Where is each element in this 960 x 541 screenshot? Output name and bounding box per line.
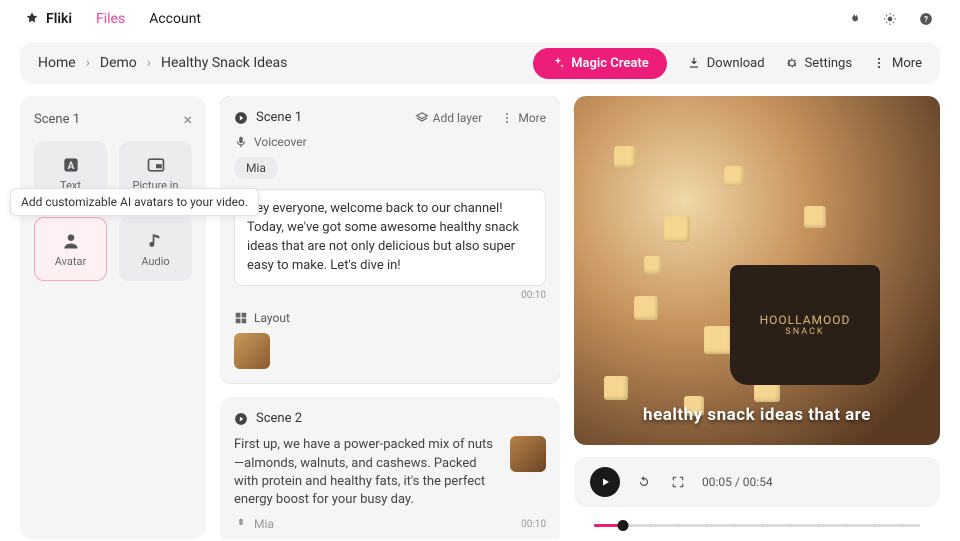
player-time: 00:05 / 00:54: [702, 475, 773, 489]
play-solid-icon[interactable]: [234, 412, 248, 426]
download-button[interactable]: Download: [687, 56, 765, 71]
tile-label: Avatar: [55, 255, 86, 268]
voice-name: Mia: [254, 517, 274, 531]
timeline-slider[interactable]: [594, 519, 920, 531]
settings-button[interactable]: Settings: [785, 56, 852, 71]
layout-thumbnail[interactable]: [234, 333, 270, 369]
tile-label: Audio: [141, 255, 169, 268]
more-vertical-icon: [500, 111, 514, 125]
voiceover-label: Voiceover: [254, 135, 307, 149]
magic-create-button[interactable]: Magic Create: [533, 48, 667, 79]
layer-type-panel: Scene 1 × A Text Picture in Avatar Audio: [20, 96, 206, 539]
add-layer-button[interactable]: Add layer: [415, 111, 483, 125]
svg-text:A: A: [67, 161, 74, 172]
nav-account[interactable]: Account: [149, 11, 201, 27]
breadcrumb: Home › Demo › Healthy Snack Ideas: [38, 55, 287, 71]
tile-audio[interactable]: Audio: [119, 217, 192, 281]
replay-button[interactable]: [634, 472, 654, 492]
sparkle-icon: [551, 56, 565, 70]
avatar-tooltip: Add customizable AI avatars to your vide…: [10, 188, 259, 216]
panel-title: Scene 1: [34, 112, 80, 127]
download-icon: [687, 56, 701, 70]
brand-label: Fliki: [46, 11, 72, 27]
breadcrumb-bar: Home › Demo › Healthy Snack Ideas Magic …: [20, 42, 940, 84]
svg-text:?: ?: [924, 14, 928, 24]
chevron-right-icon: ›: [147, 55, 151, 71]
more-vertical-icon: [872, 56, 886, 70]
preview-canvas[interactable]: HOOLLAMOOD SNACK healthy snack ideas tha…: [574, 96, 940, 445]
mic-icon: [234, 135, 248, 149]
voice-chip[interactable]: Mia: [234, 157, 278, 179]
download-label: Download: [707, 56, 765, 71]
mic-icon: [234, 517, 248, 531]
audio-icon: [146, 231, 166, 251]
more-label: More: [892, 56, 922, 71]
layout-icon: [234, 311, 248, 325]
fire-icon[interactable]: [844, 9, 864, 29]
scene-duration: 00:10: [234, 290, 546, 301]
layers-icon: [415, 111, 429, 125]
gear-icon: [785, 56, 799, 70]
slider-knob[interactable]: [618, 520, 629, 531]
scene-duration: 00:10: [521, 519, 546, 530]
scene-title: Scene 2: [256, 411, 302, 426]
fullscreen-button[interactable]: [668, 472, 688, 492]
close-icon[interactable]: ×: [183, 110, 192, 129]
preview-caption: healthy snack ideas that are: [574, 405, 940, 425]
play-button[interactable]: [590, 467, 620, 497]
help-icon[interactable]: ?: [916, 9, 936, 29]
settings-label: Settings: [805, 56, 852, 71]
avatar-icon: [61, 231, 81, 251]
scene2-script: First up, we have a power-packed mix of …: [234, 436, 500, 509]
crumb-demo[interactable]: Demo: [100, 55, 137, 71]
cup-text-1: HOOLLAMOOD: [760, 313, 851, 327]
brand[interactable]: Fliki: [24, 11, 72, 27]
script-input[interactable]: Hey everyone, welcome back to our channe…: [234, 189, 546, 286]
nav-files[interactable]: Files: [96, 11, 125, 27]
top-nav: Files Account: [96, 11, 201, 27]
tile-avatar[interactable]: Avatar: [34, 217, 107, 281]
crumb-home[interactable]: Home: [38, 55, 76, 71]
layout-label: Layout: [254, 311, 290, 325]
scene2-thumbnail[interactable]: [510, 436, 546, 472]
scene-card-1[interactable]: Scene 1 Add layer More Voiceover Mia Hey…: [220, 96, 560, 383]
text-icon: A: [61, 155, 81, 175]
play-icon: [599, 476, 611, 488]
pip-icon: [146, 155, 166, 175]
more-button[interactable]: More: [872, 56, 922, 71]
cup-graphic: HOOLLAMOOD SNACK: [730, 265, 880, 385]
logo-icon: [24, 11, 40, 27]
scene-more-button[interactable]: More: [500, 111, 546, 125]
cup-text-2: SNACK: [785, 327, 824, 337]
chevron-right-icon: ›: [86, 55, 90, 71]
crumb-current: Healthy Snack Ideas: [161, 55, 287, 71]
magic-create-label: Magic Create: [571, 56, 649, 71]
player-controls: 00:05 / 00:54: [574, 457, 940, 507]
play-solid-icon[interactable]: [234, 111, 248, 125]
theme-icon[interactable]: [880, 9, 900, 29]
scene-card-2[interactable]: Scene 2 First up, we have a power-packed…: [220, 397, 560, 539]
scene-title: Scene 1: [256, 110, 302, 125]
